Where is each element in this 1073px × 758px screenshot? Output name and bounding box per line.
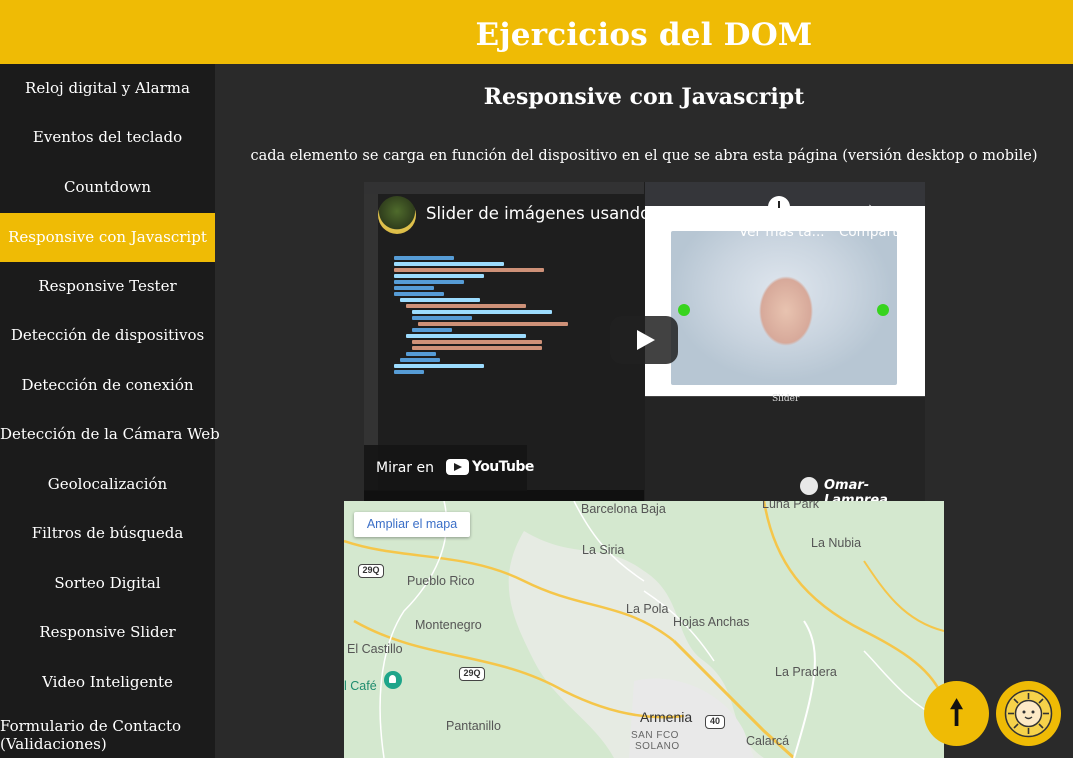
play-button[interactable]	[610, 316, 678, 364]
sidebar-item-formulario-contacto[interactable]: Formulario de Contacto (Validaciones)	[0, 715, 215, 755]
sidebar-item-deteccion-conexion[interactable]: Detección de conexión	[0, 361, 215, 410]
sidebar-item-responsive-js[interactable]: Responsive con Javascript	[0, 213, 215, 262]
channel-watermark: Omar-Lamprea	[824, 478, 888, 501]
map-label-luna-park: Luna Park	[762, 501, 819, 511]
video-title[interactable]: Slider de imágenes usando Vanilla J...	[426, 204, 736, 223]
page-title: Ejercicios del DOM	[475, 17, 813, 53]
github-icon	[800, 477, 818, 495]
scroll-top-button[interactable]: 🠕	[924, 681, 989, 746]
slider-portrait-image	[671, 231, 897, 385]
road-shield-40: 40	[705, 715, 725, 729]
theme-toggle-button[interactable]	[996, 681, 1061, 746]
sidebar-item-eventos-teclado[interactable]: Eventos del teclado	[0, 113, 215, 162]
sidebar-menu: Reloj digital y Alarma Eventos del tecla…	[0, 64, 220, 758]
map-label-la-pola: La Pola	[626, 602, 669, 616]
map-label-hojas-anchas: Hojas Anchas	[673, 615, 750, 629]
watch-later-label[interactable]: Ver más ta...	[739, 224, 825, 240]
youtube-embed[interactable]: Slider Slider de imágenes usando Vanilla…	[364, 182, 925, 501]
arrow-up-icon: 🠕	[949, 693, 964, 733]
road-shield-29q: 29Q	[358, 564, 384, 578]
main-content: Responsive con Javascript cada elemento …	[215, 64, 1073, 758]
sidebar-item-responsive-tester[interactable]: Responsive Tester	[0, 262, 215, 311]
map-label-la-pradera: La Pradera	[775, 665, 837, 679]
map-label-solano: SOLANO	[635, 741, 680, 752]
map-label-la-nubia: La Nubia	[811, 536, 862, 550]
section-description: cada elemento se carga en función del di…	[250, 148, 1038, 164]
google-map[interactable]: Ampliar el mapa Barcelona Baja Luna Park…	[344, 501, 944, 758]
sidebar-item-deteccion-dispositivos[interactable]: Detección de dispositivos	[0, 311, 215, 360]
sidebar-item-responsive-slider[interactable]: Responsive Slider	[0, 608, 215, 657]
map-label-pueblo-rico: Pueblo Rico	[407, 574, 475, 588]
map-label-pantanillo: Pantanillo	[446, 719, 501, 733]
sidebar-item-reloj[interactable]: Reloj digital y Alarma	[0, 64, 215, 113]
clock-icon[interactable]	[768, 196, 790, 218]
map-label-barcelona-baja: Barcelona Baja	[581, 502, 666, 516]
sidebar-item-deteccion-camara[interactable]: Detección de la Cámara Web	[0, 410, 220, 459]
map-label-cafe: l Café	[344, 679, 377, 693]
sidebar-item-geolocalizacion[interactable]: Geolocalización	[0, 460, 215, 509]
share-icon[interactable]: ➦	[858, 196, 875, 220]
sidebar-item-countdown[interactable]: Countdown	[0, 163, 215, 212]
map-label-calarca: Calarcá	[746, 734, 790, 748]
park-poi-icon[interactable]	[384, 671, 402, 689]
sidebar-item-filtros-busqueda[interactable]: Filtros de búsqueda	[0, 509, 215, 558]
top-header: Ejercicios del DOM	[0, 0, 1073, 64]
share-label[interactable]: Compartir	[839, 224, 907, 240]
map-label-montenegro: Montenegro	[415, 618, 482, 632]
map-label-el-castillo: El Castillo	[347, 642, 403, 656]
section-title: Responsive con Javascript	[483, 84, 805, 110]
youtube-logo-icon	[446, 459, 469, 475]
watch-on-youtube-button[interactable]: Mirar en YouTube	[364, 445, 534, 491]
map-label-la-siria: La Siria	[582, 543, 625, 557]
enlarge-map-button[interactable]: Ampliar el mapa	[354, 512, 470, 537]
sun-icon	[1004, 689, 1053, 738]
road-shield-29q-2: 29Q	[459, 667, 485, 681]
video-slider-tag: Slider	[772, 394, 800, 404]
channel-avatar[interactable]	[378, 196, 416, 234]
map-label-san-fco: SAN FCO	[631, 730, 679, 741]
sidebar-item-sorteo-digital[interactable]: Sorteo Digital	[0, 559, 215, 608]
sidebar-item-video-inteligente[interactable]: Video Inteligente	[0, 658, 215, 707]
map-label-armenia: Armenia	[640, 709, 693, 725]
